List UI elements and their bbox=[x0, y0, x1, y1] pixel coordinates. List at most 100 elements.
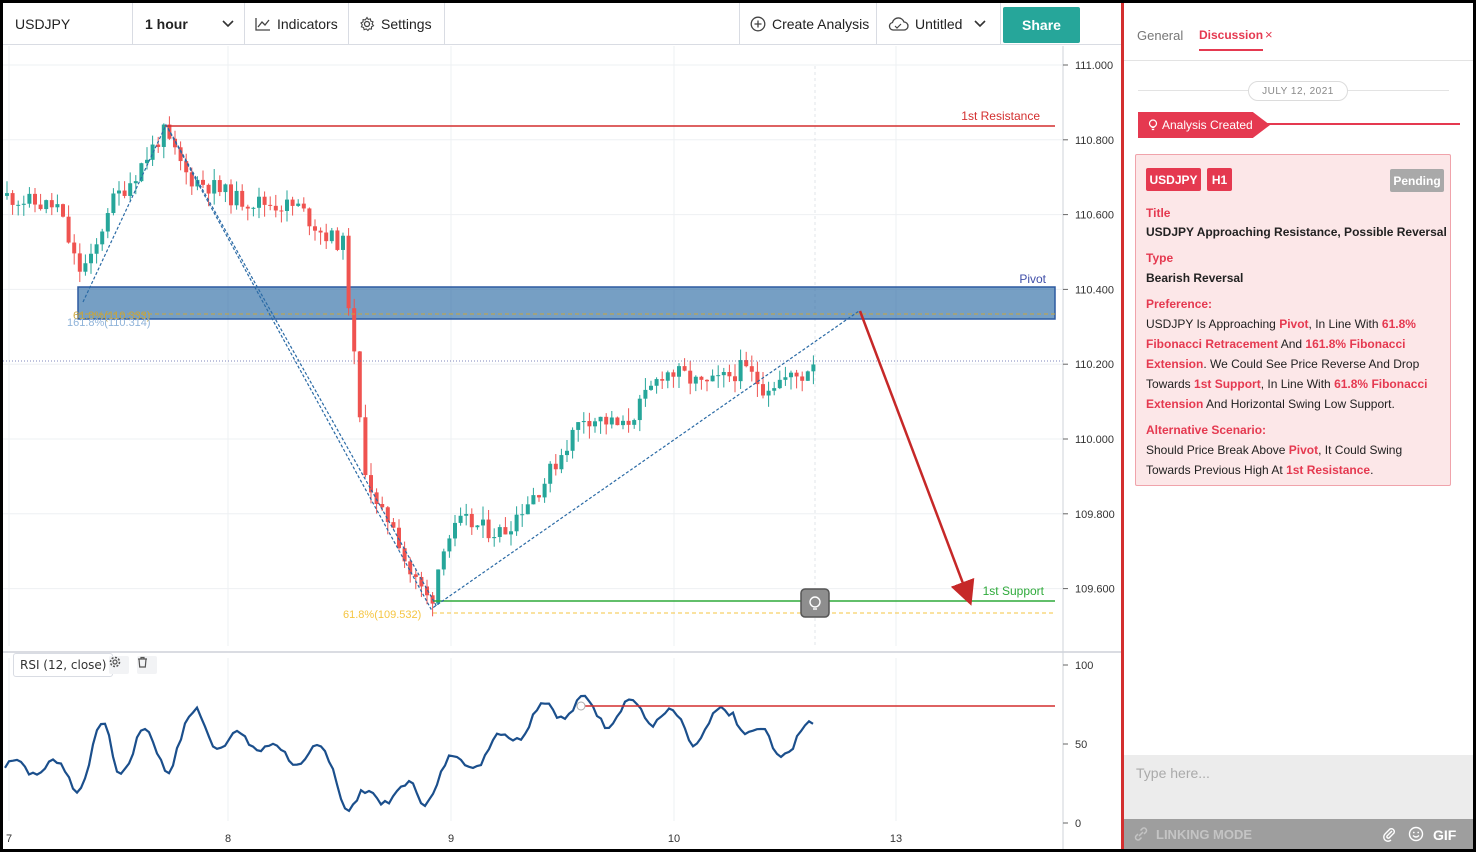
symbol-selector[interactable]: USDJPY bbox=[3, 3, 133, 45]
indicators-button[interactable]: Indicators bbox=[245, 3, 349, 45]
candle-body bbox=[525, 504, 530, 515]
candle-body bbox=[626, 420, 631, 425]
candle-body bbox=[117, 190, 121, 194]
candle-body bbox=[341, 235, 345, 250]
price-tick-label: 110.000 bbox=[1075, 434, 1114, 446]
layout-dropdown[interactable]: Untitled bbox=[877, 3, 1001, 45]
rsi-settings-button[interactable] bbox=[109, 656, 129, 674]
share-button[interactable]: Share bbox=[1003, 7, 1080, 43]
candle-body bbox=[649, 385, 653, 390]
price-chart[interactable]: 1st Resistance Pivot 1st Support 61.8%(1… bbox=[3, 46, 1121, 849]
interval-dropdown[interactable]: 1 hour bbox=[133, 3, 245, 45]
candle-body bbox=[475, 525, 480, 528]
candle-body bbox=[21, 203, 26, 205]
candle-body bbox=[576, 422, 581, 430]
app-window: USDJPY 1 hour Indicators Settings Create… bbox=[3, 3, 1473, 849]
tab-discussion[interactable]: Discussion bbox=[1199, 28, 1264, 51]
candle-body bbox=[531, 495, 536, 505]
gear-icon bbox=[359, 16, 375, 32]
candle-body bbox=[357, 351, 362, 418]
candle-body bbox=[380, 504, 385, 508]
resistance-label: 1st Resistance bbox=[961, 109, 1040, 123]
tab-general[interactable]: General bbox=[1137, 28, 1183, 43]
candle-body bbox=[240, 190, 245, 207]
candle-body bbox=[10, 193, 15, 205]
panel-footer: LINKING MODE GIF bbox=[1124, 819, 1473, 849]
candle-body bbox=[593, 421, 597, 427]
candle-body bbox=[520, 514, 525, 516]
candle-body bbox=[352, 308, 357, 352]
pref-text-1: USDJPY Is Approaching bbox=[1146, 317, 1280, 331]
analysis-type: Bearish Reversal bbox=[1146, 271, 1244, 285]
candle-body bbox=[464, 513, 469, 516]
price-axis: 111.000 110.800 110.600 110.400 110.200 110.0… bbox=[1062, 46, 1115, 849]
chevron-down-icon bbox=[222, 20, 234, 28]
date-pill: JULY 12, 2021 bbox=[1248, 81, 1348, 101]
rsi-delete-button[interactable] bbox=[137, 656, 157, 674]
panel-tabs: General Discussion × bbox=[1124, 3, 1473, 61]
link-icon[interactable] bbox=[1133, 826, 1149, 842]
candle-body bbox=[637, 398, 642, 421]
create-analysis-button[interactable]: Create Analysis bbox=[739, 3, 877, 45]
candle-body bbox=[385, 507, 390, 523]
candle-body bbox=[290, 199, 295, 206]
candle-body bbox=[654, 379, 659, 386]
chat-input[interactable]: Type here... bbox=[1136, 765, 1210, 781]
candle-body bbox=[733, 376, 737, 382]
linking-mode-label[interactable]: LINKING MODE bbox=[1156, 827, 1252, 842]
candle-body bbox=[245, 206, 250, 209]
candle-body bbox=[671, 372, 676, 377]
candle-body bbox=[72, 242, 77, 254]
settings-button[interactable]: Settings bbox=[349, 3, 445, 45]
candle-body bbox=[693, 376, 698, 384]
candle-body bbox=[677, 366, 681, 377]
candle-body bbox=[273, 205, 278, 211]
chart-grid bbox=[3, 46, 1063, 821]
candle-body bbox=[660, 379, 665, 381]
candle-body bbox=[609, 417, 614, 425]
candle-body bbox=[324, 232, 329, 242]
time-tick-label: 13 bbox=[890, 833, 902, 845]
candle-body bbox=[296, 203, 301, 206]
candle-body bbox=[374, 492, 379, 505]
candle-body bbox=[89, 253, 93, 264]
rsi-line-anchor[interactable] bbox=[576, 701, 586, 711]
rsi-axis: 100 50 0 bbox=[1063, 660, 1093, 830]
candle-body bbox=[201, 179, 205, 185]
time-tick-label: 8 bbox=[225, 833, 231, 845]
title-label: Title bbox=[1146, 206, 1171, 220]
chart-area[interactable]: 1st Resistance Pivot 1st Support 61.8%(1… bbox=[3, 46, 1121, 849]
candle-body bbox=[777, 379, 782, 389]
analysis-card[interactable]: USDJPY H1 Pending Title USDJPY Approachi… bbox=[1135, 154, 1451, 486]
top-toolbar: USDJPY 1 hour Indicators Settings Create… bbox=[3, 3, 1121, 45]
candle-body bbox=[77, 253, 82, 272]
candle-body bbox=[783, 377, 788, 380]
candle-body bbox=[335, 230, 340, 250]
price-tick-label: 110.600 bbox=[1075, 210, 1114, 222]
pref-text-5: , In Line With bbox=[1260, 377, 1335, 391]
candle-body bbox=[749, 366, 754, 372]
rsi-tick-label: 0 bbox=[1075, 818, 1081, 830]
candle-body bbox=[363, 417, 368, 476]
gif-button[interactable]: GIF bbox=[1433, 827, 1456, 843]
pivot-zone[interactable] bbox=[77, 286, 1056, 320]
analysis-marker[interactable] bbox=[800, 588, 830, 618]
rsi-pane bbox=[4, 694, 814, 813]
candle-body bbox=[5, 193, 9, 196]
candle-body bbox=[55, 204, 60, 208]
paperclip-icon[interactable] bbox=[1382, 826, 1396, 842]
candle-body bbox=[665, 372, 670, 381]
create-analysis-label: Create Analysis bbox=[772, 16, 870, 32]
forecast-arrow[interactable] bbox=[858, 310, 975, 606]
close-icon[interactable]: × bbox=[1265, 27, 1273, 42]
rsi-legend[interactable]: RSI (12, close) bbox=[13, 653, 114, 677]
chat-input-area[interactable]: Type here... bbox=[1124, 755, 1473, 819]
candle-body bbox=[184, 161, 189, 173]
candle-body bbox=[346, 235, 351, 309]
analysis-panel: General Discussion × JULY 12, 2021 Analy… bbox=[1124, 3, 1473, 849]
candle-body bbox=[553, 463, 558, 470]
emoji-icon[interactable] bbox=[1408, 826, 1424, 842]
candle-body bbox=[716, 375, 721, 377]
price-tick-label: 109.600 bbox=[1075, 584, 1115, 596]
candle-body bbox=[234, 190, 239, 206]
